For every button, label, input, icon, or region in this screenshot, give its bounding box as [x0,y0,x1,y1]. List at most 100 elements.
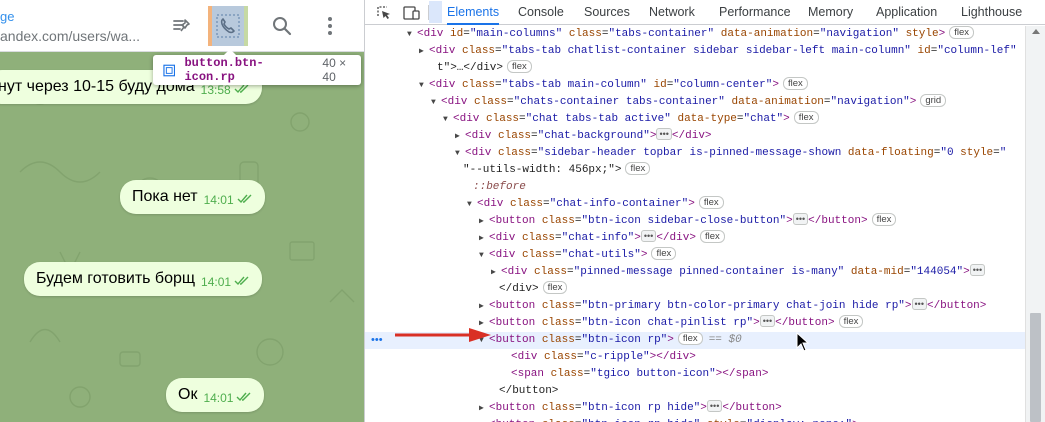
dom-node[interactable]: <span class="tgico button-icon"></span> [365,366,1025,383]
attr-value: "column-lef" [937,45,1017,57]
collapse-triangle-icon[interactable]: ▼ [467,196,477,213]
red-arrow-annotation [395,328,491,342]
message-bubble[interactable]: Ок 14:01 [166,378,265,412]
more-button[interactable] [310,6,350,46]
tag-open: <div [453,113,480,125]
collapse-triangle-icon[interactable]: ▼ [479,247,489,264]
dom-node[interactable]: </button> [365,383,1025,400]
tag-close: </button> [926,300,987,312]
dom-node[interactable]: ▶ <button class="btn-icon sidebar-close-b… [365,213,1025,230]
tab-performance[interactable]: Performance [719,0,791,25]
message-bubble[interactable]: Будем готовить борщ 14:01 [24,262,263,296]
tag-open: <button [489,317,536,329]
dom-node[interactable]: ▶ <button class="btn-primary btn-color-pr… [365,298,1025,315]
row-menu-dots[interactable]: ••• [371,332,383,349]
layout-badge: flex [793,111,819,124]
dom-node[interactable]: ▶<button class="btn-icon rp hide" style=… [365,417,1025,422]
layout-badge: flex [782,77,808,90]
attr-value: "main-columns" [469,28,563,40]
expand-triangle-icon[interactable]: ▶ [479,298,489,315]
chat-title[interactable]: ge [0,9,14,24]
tag-close: </button> [808,215,868,227]
dom-node[interactable]: ::before [365,179,1025,196]
dom-node[interactable]: <div class="c-ripple"></div> [365,349,1025,366]
collapsed-ellipsis: ••• [706,400,723,412]
attr-name: id [917,45,931,57]
collapse-triangle-icon[interactable]: ▼ [407,26,417,43]
dom-node[interactable]: ▼ <div class="chat tabs-tab active" data-… [365,111,1025,128]
phone-call-icon [216,14,240,38]
attr-name: class [498,147,532,159]
attr-name: class [541,334,575,346]
dom-node[interactable]: ▼ <div class="sidebar-header topbar is-pi… [365,145,1025,162]
dom-node[interactable]: ▼ <div class="tabs-tab main-column" id="c… [365,77,1025,94]
tab-sources[interactable]: Sources [584,0,630,25]
attr-value: "144054" [910,266,964,278]
dom-scrollbar[interactable] [1025,26,1045,422]
dom-node[interactable]: ▶ <div class="chat-info"> ••• </div> flex [365,230,1025,247]
message-time: 14:01 [203,193,234,207]
dom-node[interactable]: ▶ <div class="chat-background"> ••• </div> [365,128,1025,145]
tab-lighthouse[interactable]: Lighthouse [961,0,1022,25]
collapse-triangle-icon[interactable]: ▼ [431,94,441,111]
message-bubble[interactable]: Пока нет 14:01 [120,180,265,214]
dom-node[interactable]: ▼ <div class="chats-container tabs-contai… [365,94,1025,111]
tab-application[interactable]: Application [876,0,937,25]
collapse-triangle-icon[interactable]: ▼ [443,111,453,128]
dom-node[interactable]: ▶ <div class="pinned-message pinned-conta… [365,264,1025,281]
dom-node[interactable]: </div> flex [365,281,1025,298]
collapse-triangle-icon[interactable]: ▼ [455,145,465,162]
call-button[interactable] [208,6,248,46]
attr-value: "tabs-container" [608,28,715,40]
inspect-element-button[interactable] [374,3,394,23]
message-time: 14:01 [201,275,232,289]
dom-tree[interactable]: ▼ <div id="main-columns" class="tabs-cont… [365,26,1025,422]
scroll-up-arrow[interactable] [1032,29,1040,34]
pinned-list-button[interactable] [162,6,202,46]
message-text: Ок [178,386,198,403]
tooltip-size: 40 × 40 [322,56,347,84]
expand-triangle-icon[interactable]: ▶ [419,43,429,60]
attr-eq: = [813,28,820,40]
devtools-tabbar: Elements Console Sources Network Perform… [365,0,1045,25]
dom-node[interactable]: ▶ <button class="btn-icon rp hide"> ••• </b… [365,400,1025,417]
markup-text: </button> [499,385,559,397]
scroll-thumb[interactable] [1030,313,1041,422]
dom-node[interactable]: ▼ <div class="chat-info-container"> flex [365,196,1025,213]
highlight-margin-left [208,6,212,46]
attr-value: "chat" [743,113,784,125]
tab-elements[interactable]: Elements [447,0,500,25]
attr-eq: = [543,198,550,210]
dom-node[interactable]: "--utils-width: 456px;"> flex [365,162,1025,179]
tag-open: <div [501,266,528,278]
expand-triangle-icon[interactable]: ▶ [491,264,501,281]
tab-network[interactable]: Network [649,0,695,25]
expand-triangle-icon[interactable]: ▶ [479,230,489,247]
attr-value: "btn-icon rp hide" [581,402,701,414]
device-toolbar-button[interactable] [401,3,421,23]
tab-console[interactable]: Console [518,0,564,25]
expand-triangle-icon[interactable]: ▶ [455,128,465,145]
attr-value: "btn-primary btn-color-primary chat-join… [581,300,905,312]
tag-open: <button [489,300,536,312]
expand-triangle-icon[interactable]: ▶ [479,400,489,417]
dom-node[interactable]: ▼ <div id="main-columns" class="tabs-cont… [365,26,1025,43]
chat-subtitle: andex.com/users/wa... [0,28,141,44]
tab-memory[interactable]: Memory [808,0,853,25]
layout-badge: flex [699,230,725,243]
expand-triangle-icon[interactable]: ▶ [479,213,489,230]
dom-node[interactable]: ▶ <div class="tabs-tab chatlist-container… [365,43,1025,60]
dom-node[interactable]: t">…</div> flex [365,60,1025,77]
attr-name: class [534,266,568,278]
collapse-triangle-icon[interactable]: ▼ [419,77,429,94]
dom-node[interactable]: ▼ <div class="chat-utils"> flex [365,247,1025,264]
tag-close-bracket: > [634,232,641,244]
attr-value: "btn-icon chat-pinlist rp" [581,317,754,329]
expand-triangle-icon[interactable]: ▶ [479,417,489,422]
search-button[interactable] [262,6,302,46]
